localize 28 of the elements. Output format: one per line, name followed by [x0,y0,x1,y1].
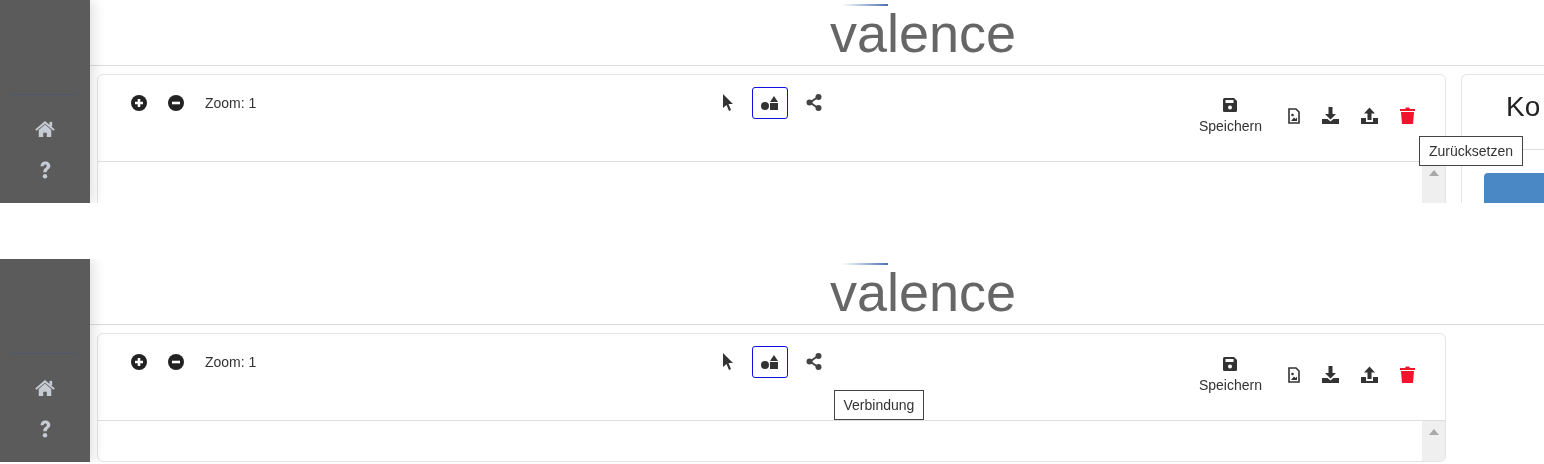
help-icon[interactable] [38,161,52,179]
zoom-out-icon[interactable] [168,94,184,111]
zoom-in-icon[interactable] [131,353,147,370]
download-icon[interactable] [1322,107,1339,124]
tooltip: Verbindung [833,390,925,420]
home-icon[interactable] [34,121,56,138]
shapes-icon[interactable] [751,345,788,378]
trash-icon[interactable] [1400,107,1415,124]
zoom-out-icon[interactable] [168,353,184,370]
zoom-level: Zoom: 1 [205,353,257,370]
save-button[interactable]: Speichern [1194,97,1266,134]
logo: valence [830,264,1017,319]
trash-icon[interactable] [1400,366,1415,383]
home-icon[interactable] [34,380,56,397]
help-icon[interactable] [38,420,52,438]
save-icon [1223,356,1238,371]
shapes-icon[interactable] [751,86,788,119]
upload-icon[interactable] [1361,366,1378,383]
logo: valence [830,5,1017,60]
zoom-level: Zoom: 1 [205,94,257,111]
save-button[interactable]: Speichern [1194,356,1266,393]
zoom-in-icon[interactable] [131,94,147,111]
download-icon[interactable] [1322,366,1339,383]
image-file-icon[interactable] [1288,107,1300,124]
image-file-icon[interactable] [1288,366,1300,383]
upload-icon[interactable] [1361,107,1378,124]
scrollbar[interactable] [1422,421,1445,461]
save-icon [1223,97,1238,112]
